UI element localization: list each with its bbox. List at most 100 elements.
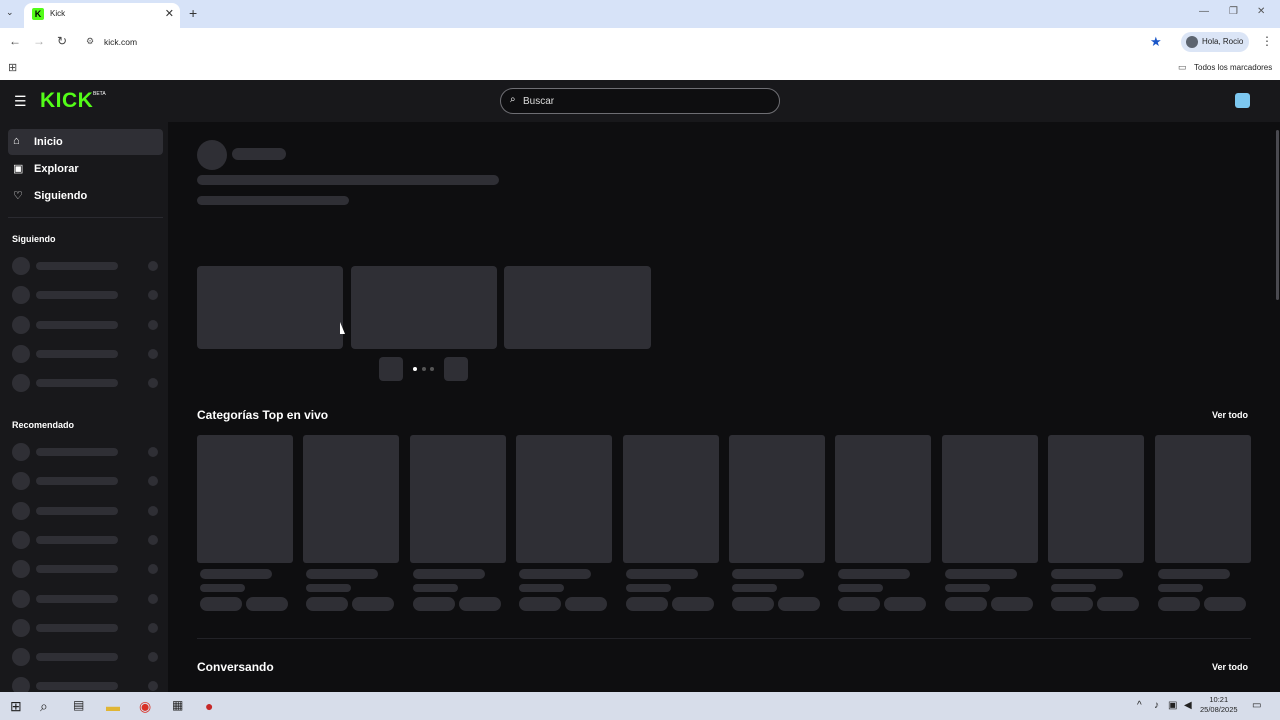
sidebar-channel-placeholder[interactable] xyxy=(12,315,160,334)
microphone-icon[interactable]: ♪ xyxy=(1154,700,1159,711)
close-tab-icon[interactable]: ✕ xyxy=(165,7,174,20)
category-card-placeholder[interactable] xyxy=(941,435,1038,563)
carousel-prev-button[interactable] xyxy=(379,357,403,381)
channel-name-placeholder xyxy=(36,506,118,515)
all-bookmarks-button[interactable]: Todos los marcadores xyxy=(1194,63,1272,72)
sidebar-item-explorar[interactable]: ▣ Explorar xyxy=(8,156,163,182)
sidebar-channel-placeholder[interactable] xyxy=(12,648,160,667)
sidebar-item-label: Siguiendo xyxy=(34,190,88,202)
category-card-placeholder[interactable] xyxy=(729,435,825,563)
category-card-placeholder[interactable] xyxy=(1154,435,1251,563)
sidebar-item-label: Inicio xyxy=(34,136,63,148)
sidebar-channel-placeholder[interactable] xyxy=(12,257,160,275)
sidebar-channel-placeholder[interactable] xyxy=(12,472,160,491)
sidebar-item-siguiendo[interactable]: ♡ Siguiendo xyxy=(8,183,163,209)
category-viewers-placeholder xyxy=(838,584,884,592)
sidebar-channel-placeholder[interactable] xyxy=(12,560,160,579)
sidebar-channel-placeholder[interactable] xyxy=(12,374,160,393)
carousel-card-placeholder[interactable] xyxy=(197,266,343,349)
category-card-placeholder[interactable] xyxy=(409,435,506,563)
sidebar-channel-placeholder[interactable] xyxy=(12,677,160,692)
notifications-icon[interactable]: ▭ xyxy=(1252,700,1261,711)
address-bar[interactable]: kick.com xyxy=(104,37,137,47)
category-card-placeholder[interactable] xyxy=(197,435,293,563)
app-icon[interactable]: ● xyxy=(205,698,213,714)
category-tag-placeholder xyxy=(1097,597,1140,611)
category-card-placeholder[interactable] xyxy=(303,435,400,563)
carousel-card-placeholder[interactable] xyxy=(504,266,651,349)
sidebar-channel-placeholder[interactable] xyxy=(12,501,160,520)
kick-logo[interactable]: KICK xyxy=(40,89,93,113)
category-tag-placeholder xyxy=(625,597,668,611)
category-card-placeholder[interactable] xyxy=(835,435,932,563)
viewer-count-placeholder xyxy=(148,378,158,389)
start-icon[interactable]: ⊞ xyxy=(10,698,22,715)
network-icon[interactable]: ▣ xyxy=(1168,700,1177,711)
sidebar-channel-placeholder[interactable] xyxy=(12,344,160,363)
tray-chevron-icon[interactable]: ^ xyxy=(1137,700,1142,711)
sidebar-channel-placeholder[interactable] xyxy=(12,443,160,461)
bookmark-star-icon[interactable]: ★ xyxy=(1150,34,1162,50)
channel-avatar-placeholder xyxy=(12,560,30,579)
close-window-icon[interactable]: ✕ xyxy=(1257,6,1265,17)
task-view-icon[interactable]: ▤ xyxy=(73,698,84,712)
site-info-icon[interactable]: ⚙ xyxy=(86,36,94,47)
sidebar-channel-placeholder[interactable] xyxy=(12,530,160,549)
apps-grid-icon[interactable]: ⊞ xyxy=(8,61,17,74)
category-viewers-placeholder xyxy=(625,584,671,592)
profile-button[interactable]: Hola, Rocio xyxy=(1181,32,1249,52)
beta-badge: BETA xyxy=(93,91,106,97)
clock-time: 10:21 xyxy=(1209,695,1229,704)
category-card-placeholder[interactable] xyxy=(516,435,613,563)
browser-tab[interactable]: K Kick ✕ xyxy=(24,3,180,28)
category-card-placeholder[interactable] xyxy=(622,435,719,563)
channel-name-placeholder xyxy=(36,320,118,329)
back-icon[interactable]: ← xyxy=(9,34,21,48)
following-heading: Siguiendo xyxy=(12,234,56,244)
viewer-count-placeholder xyxy=(148,652,158,663)
sidebar-channel-placeholder[interactable] xyxy=(12,589,160,608)
volume-icon[interactable]: ◀ xyxy=(1184,700,1192,711)
category-card-placeholder[interactable] xyxy=(1048,435,1145,563)
channel-avatar-placeholder xyxy=(12,344,30,363)
minimize-icon[interactable]: — xyxy=(1199,6,1209,17)
viewer-count-placeholder xyxy=(148,290,158,301)
category-tag-placeholder xyxy=(565,597,608,611)
carousel-dot[interactable] xyxy=(430,367,434,371)
sidebar-channel-placeholder[interactable] xyxy=(12,286,160,305)
see-all-conversations-link[interactable]: Ver todo xyxy=(1212,662,1248,672)
viewer-count-placeholder xyxy=(148,534,158,545)
restore-icon[interactable]: ❐ xyxy=(1229,6,1238,17)
menu-icon[interactable]: ☰ xyxy=(14,93,27,110)
carousel-next-button[interactable] xyxy=(444,357,468,381)
channel-name-placeholder xyxy=(36,349,118,358)
clock[interactable]: 10:21 25/08/2025 xyxy=(1200,695,1238,715)
tab-search-icon[interactable]: ⌄ xyxy=(6,7,14,18)
reload-icon[interactable]: ↻ xyxy=(57,34,67,48)
page-scrollbar[interactable] xyxy=(1276,130,1279,300)
category-tag-placeholder xyxy=(458,597,501,611)
channel-name-placeholder xyxy=(36,623,118,632)
carousel-dot[interactable] xyxy=(422,367,426,371)
category-tag-placeholder xyxy=(990,597,1033,611)
search-icon[interactable]: ⌕ xyxy=(40,698,48,715)
see-all-categories-link[interactable]: Ver todo xyxy=(1212,410,1248,420)
file-explorer-icon[interactable]: ▬ xyxy=(106,698,120,714)
user-avatar[interactable] xyxy=(1235,93,1250,108)
forward-icon[interactable]: → xyxy=(33,34,45,48)
search-input[interactable]: ⌕ Buscar xyxy=(500,88,780,114)
channel-name-placeholder xyxy=(36,291,118,300)
channel-name-placeholder xyxy=(36,594,118,603)
channel-avatar-placeholder xyxy=(12,315,30,334)
channel-avatar-placeholder xyxy=(12,648,30,667)
carousel-card-placeholder[interactable] xyxy=(351,266,497,349)
carousel-dot-active[interactable] xyxy=(413,367,417,371)
category-name-placeholder xyxy=(1051,569,1124,579)
sidebar-item-inicio[interactable]: ⌂ Inicio xyxy=(8,129,163,155)
calculator-icon[interactable]: ▦ xyxy=(172,698,183,712)
chrome-icon[interactable]: ◉ xyxy=(139,698,151,715)
sidebar-channel-placeholder[interactable] xyxy=(12,618,160,637)
channel-avatar-placeholder xyxy=(12,677,30,692)
browser-menu-icon[interactable]: ⋮ xyxy=(1261,34,1273,48)
new-tab-icon[interactable]: + xyxy=(189,5,197,21)
